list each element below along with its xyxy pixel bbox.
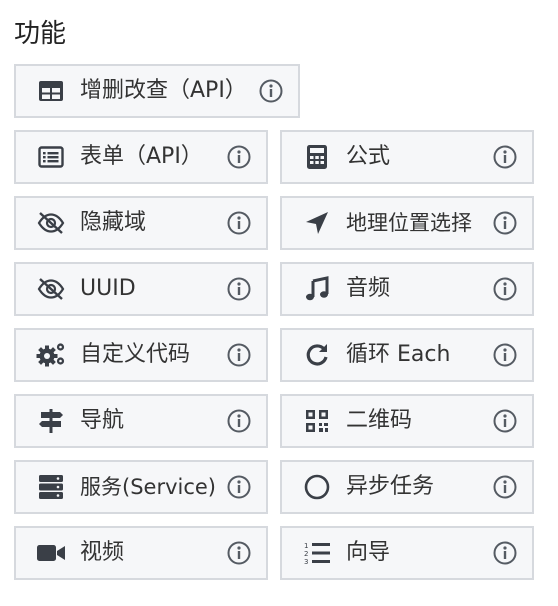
feature-label: 视频	[80, 540, 125, 565]
info-icon[interactable]	[492, 210, 518, 236]
feature-label: 隐藏域	[80, 210, 147, 235]
gears-icon	[36, 340, 66, 370]
feature-label: 公式	[346, 144, 391, 169]
info-icon[interactable]	[226, 474, 252, 500]
svg-text:3: 3	[304, 558, 308, 566]
circle-outline-icon	[302, 472, 332, 502]
ordered-list-icon: 1 2 3	[302, 538, 332, 568]
feature-label: 地理位置选择	[346, 211, 472, 235]
info-icon[interactable]	[226, 408, 252, 434]
music-note-icon	[302, 274, 332, 304]
table-grid-icon	[36, 76, 66, 106]
feature-custom-code[interactable]: 自定义代码	[14, 328, 268, 382]
feature-label: 自定义代码	[80, 342, 191, 367]
feature-crud-api[interactable]: 增删改查（API）	[14, 64, 300, 118]
location-arrow-icon	[302, 208, 332, 238]
qrcode-icon	[302, 406, 332, 436]
info-icon[interactable]	[226, 210, 252, 236]
eye-slash-icon	[36, 274, 66, 304]
section-title: 功能	[14, 19, 67, 49]
info-icon[interactable]	[492, 144, 518, 170]
feature-label: 增删改查（API）	[80, 78, 247, 103]
feature-service[interactable]: 服务(Service)	[14, 460, 268, 514]
feature-nav[interactable]: 导航	[14, 394, 268, 448]
feature-form-api[interactable]: 表单（API）	[14, 130, 268, 184]
calculator-icon	[302, 142, 332, 172]
feature-loop-each[interactable]: 循环 Each	[280, 328, 534, 382]
info-icon[interactable]	[492, 342, 518, 368]
feature-label: UUID	[80, 276, 136, 301]
eye-slash-icon	[36, 208, 66, 238]
feature-hidden-field[interactable]: 隐藏域	[14, 196, 268, 250]
feature-wizard[interactable]: 1 2 3 向导	[280, 526, 534, 580]
info-icon[interactable]	[226, 540, 252, 566]
feature-uuid[interactable]: UUID	[14, 262, 268, 316]
info-icon[interactable]	[258, 78, 284, 104]
feature-qrcode[interactable]: 二维码	[280, 394, 534, 448]
feature-location-picker[interactable]: 地理位置选择	[280, 196, 534, 250]
svg-text:1: 1	[304, 542, 308, 550]
feature-label: 二维码	[346, 408, 413, 433]
redo-icon	[302, 340, 332, 370]
info-icon[interactable]	[492, 408, 518, 434]
feature-audio[interactable]: 音频	[280, 262, 534, 316]
feature-label: 向导	[346, 540, 391, 565]
feature-video[interactable]: 视频	[14, 526, 268, 580]
signpost-icon	[36, 406, 66, 436]
video-camera-icon	[36, 538, 66, 568]
svg-text:2: 2	[304, 550, 308, 558]
feature-async-task[interactable]: 异步任务	[280, 460, 534, 514]
info-icon[interactable]	[492, 540, 518, 566]
feature-label: 服务(Service)	[80, 475, 216, 499]
info-icon[interactable]	[226, 342, 252, 368]
info-icon[interactable]	[492, 276, 518, 302]
server-icon	[36, 472, 66, 502]
feature-label: 导航	[80, 408, 125, 433]
feature-formula[interactable]: 公式	[280, 130, 534, 184]
feature-label: 异步任务	[346, 474, 435, 499]
feature-label: 循环 Each	[346, 342, 451, 367]
feature-label: 表单（API）	[80, 144, 203, 169]
info-icon[interactable]	[492, 474, 518, 500]
info-icon[interactable]	[226, 276, 252, 302]
feature-label: 音频	[346, 276, 391, 301]
list-form-icon	[36, 142, 66, 172]
info-icon[interactable]	[226, 144, 252, 170]
